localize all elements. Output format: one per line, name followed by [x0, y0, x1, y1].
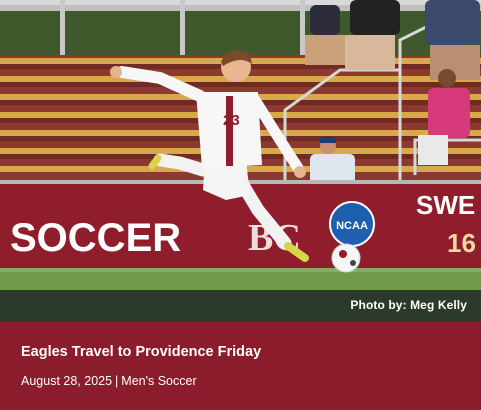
- banner-right-number: 16: [447, 228, 476, 258]
- meta-separator: |: [115, 374, 119, 388]
- article-date: August 28, 2025: [21, 374, 113, 388]
- photo-credit-bar: Photo by: Meg Kelly: [0, 290, 481, 322]
- article-info: Eagles Travel to Providence Friday Augus…: [0, 322, 481, 410]
- soccer-action-photo: SOCCER BC NCAA SWE 16 23: [0, 0, 481, 290]
- article-photo[interactable]: SOCCER BC NCAA SWE 16 23: [0, 0, 481, 290]
- banner-right-text: SWE: [416, 190, 475, 220]
- article-meta: August 28, 2025 | Men's Soccer: [21, 374, 197, 388]
- ncaa-logo-text: NCAA: [336, 220, 368, 232]
- article-category: Men's Soccer: [121, 374, 197, 388]
- article-headline-link[interactable]: Eagles Travel to Providence Friday: [21, 344, 261, 360]
- banner-soccer-text: SOCCER: [10, 216, 181, 260]
- photo-credit: Photo by: Meg Kelly: [350, 298, 467, 312]
- news-card[interactable]: SOCCER BC NCAA SWE 16 23 Photo by: Meg K…: [0, 0, 481, 410]
- soccer-ball: [331, 243, 361, 273]
- jersey-number: 23: [223, 112, 240, 129]
